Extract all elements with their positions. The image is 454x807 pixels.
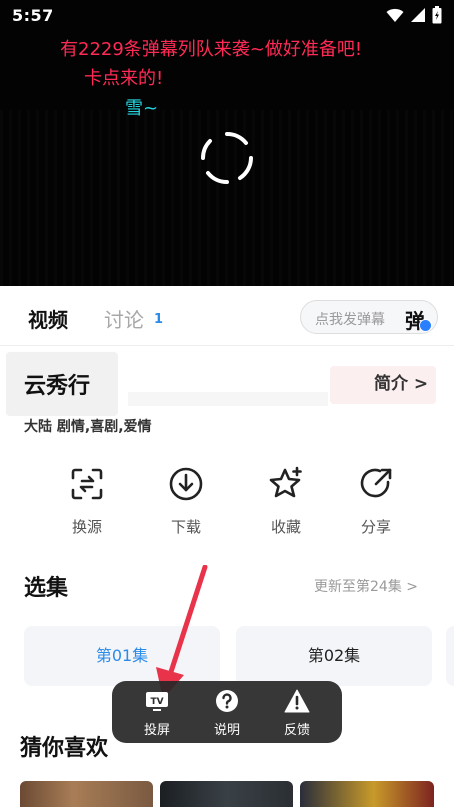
intro-link[interactable]: 简介 > bbox=[374, 369, 428, 394]
share-button[interactable]: 分享 bbox=[336, 466, 416, 537]
recommend-title: 猜你喜欢 bbox=[20, 736, 109, 761]
episode-item[interactable]: 第02集 bbox=[236, 626, 432, 686]
svg-text:TV: TV bbox=[150, 697, 163, 707]
status-icons bbox=[386, 6, 442, 24]
cast-button[interactable]: TV 投屏 bbox=[127, 689, 187, 738]
episodes-title: 选集 bbox=[24, 576, 69, 601]
cast-label: 投屏 bbox=[143, 723, 170, 738]
check-badge-icon bbox=[419, 319, 432, 332]
action-label: 换源 bbox=[71, 518, 102, 536]
action-label: 收藏 bbox=[270, 518, 301, 536]
recommend-thumbnail[interactable] bbox=[300, 781, 434, 807]
tv-cast-icon: TV bbox=[146, 692, 168, 711]
app-screen: 5:57 有2229条弹幕列队来袭~做好准备吧! 卡点来的! 雪~ 视频 讨论 … bbox=[0, 0, 454, 807]
feedback-label: 反馈 bbox=[283, 723, 310, 738]
help-button[interactable]: 说明 bbox=[197, 689, 257, 738]
video-player[interactable]: 5:57 有2229条弹幕列队来袭~做好准备吧! 卡点来的! 雪~ bbox=[0, 0, 454, 286]
help-label: 说明 bbox=[213, 723, 240, 738]
ad-text-placeholder bbox=[128, 392, 328, 406]
favorite-button[interactable]: 收藏 bbox=[246, 466, 326, 537]
status-bar: 5:57 bbox=[0, 0, 454, 32]
danmaku-message: 有2229条弹幕列队来袭~做好准备吧! bbox=[60, 39, 363, 60]
wifi-icon bbox=[386, 8, 404, 22]
danmaku-message: 卡点来的! bbox=[84, 68, 164, 89]
signal-icon bbox=[411, 8, 425, 22]
battery-icon bbox=[432, 6, 442, 24]
action-label: 分享 bbox=[360, 518, 391, 536]
danmaku-input[interactable]: 点我发弹幕 弹 bbox=[300, 300, 438, 334]
show-tags: 大陆 剧情,喜剧,爱情 bbox=[24, 419, 152, 435]
episode-item[interactable]: 第01集 bbox=[24, 626, 220, 686]
help-icon bbox=[216, 690, 238, 712]
recommend-thumbnail[interactable] bbox=[160, 781, 293, 807]
download-button[interactable]: 下载 bbox=[146, 466, 226, 537]
warning-icon bbox=[284, 689, 310, 713]
comment-count-badge: 1 bbox=[154, 312, 164, 327]
tab-video[interactable]: 视频 bbox=[28, 304, 68, 333]
episode-item-partial[interactable] bbox=[446, 626, 454, 686]
star-icon bbox=[269, 466, 302, 498]
tab-comments[interactable]: 讨论 bbox=[104, 304, 144, 333]
status-time: 5:57 bbox=[12, 6, 54, 25]
danmaku-placeholder: 点我发弹幕 bbox=[315, 312, 385, 328]
show-title: 云秀行 bbox=[24, 374, 91, 399]
content-tabs: 视频 讨论 1 点我发弹幕 弹 bbox=[0, 286, 454, 346]
floating-menu: TV 投屏 说明 反馈 bbox=[112, 681, 342, 743]
episodes-update-link[interactable]: 更新至第24集 > bbox=[314, 576, 418, 596]
action-bar: 换源 下载 收藏 分享 bbox=[0, 466, 454, 546]
download-icon bbox=[169, 467, 203, 501]
share-icon bbox=[360, 468, 392, 498]
feedback-button[interactable]: 反馈 bbox=[267, 689, 327, 738]
loading-spinner-icon bbox=[200, 131, 253, 185]
danmaku-message: 雪~ bbox=[125, 98, 159, 119]
recommend-thumbnail[interactable] bbox=[20, 781, 153, 807]
switch-source-button[interactable]: 换源 bbox=[47, 466, 127, 537]
switch-source-icon bbox=[71, 468, 103, 500]
action-label: 下载 bbox=[170, 518, 201, 536]
